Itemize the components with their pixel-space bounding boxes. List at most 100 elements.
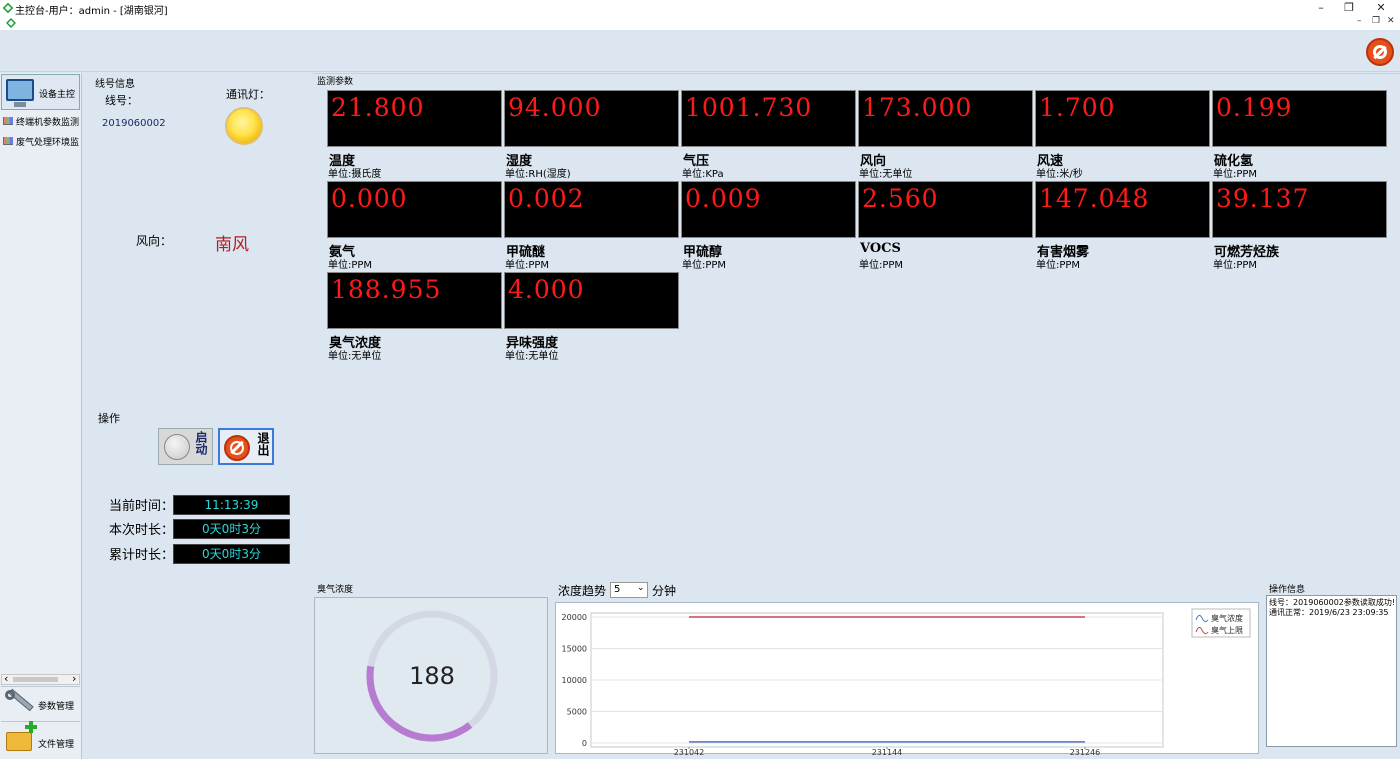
mdi-minimize-button[interactable]: –: [1357, 16, 1362, 26]
param-value: 0.199: [1216, 93, 1293, 122]
mdi-icon: [6, 18, 16, 28]
param-unit: 单位:PPM: [505, 260, 550, 271]
param-value-box: 21.800: [327, 90, 502, 147]
op-info-title: 操作信息: [1269, 585, 1306, 595]
monitor-title: 监测参数: [317, 77, 354, 87]
restore-button[interactable]: ❐: [1334, 0, 1364, 16]
trend-unit: 分钟: [652, 584, 677, 598]
y-tick-label: 20000: [562, 613, 587, 622]
param-value: 1.700: [1039, 93, 1116, 122]
gauge-panel: 臭气浓度 188: [313, 580, 549, 756]
scroll-right-button[interactable]: ›: [72, 672, 76, 685]
param-unit: 单位:PPM: [1036, 260, 1081, 271]
x-tick-label: 231144: [872, 748, 903, 755]
param-value-box: 1001.730: [681, 90, 856, 147]
legend-label: 臭气浓度: [1211, 613, 1243, 623]
chevron-down-icon: ⌄: [637, 583, 645, 593]
sidebar-item-label: 废气处理环境监: [16, 138, 80, 148]
x-tick-label: 231246: [1070, 748, 1101, 755]
session-time-value: 0天0时3分: [173, 519, 290, 539]
op-info-panel: 操作信息 线号：2019060002参数读取成功! 通讯正常：2019/6/23…: [1265, 580, 1398, 756]
param-value-box: 0.009: [681, 181, 856, 238]
trend-interval-select[interactable]: 5 ⌄: [610, 582, 648, 598]
sidebar-scrollbar[interactable]: ‹ ›: [1, 672, 80, 685]
start-button[interactable]: 启动: [158, 428, 213, 465]
title-bar: 主控台-用户：admin - [湖南银河] – ❐ ✕: [0, 0, 1400, 17]
wind-value: 南风: [215, 235, 249, 255]
param-value: 147.048: [1039, 184, 1150, 213]
mdi-close-button[interactable]: ✕: [1387, 16, 1395, 26]
toolbar: [0, 30, 1400, 72]
param-value-box: 1.700: [1035, 90, 1210, 147]
sidebar-item-label: 设备主控: [39, 90, 76, 100]
menu-bar: – ❐ ✕: [0, 16, 1400, 30]
close-button[interactable]: ✕: [1366, 0, 1396, 16]
param-unit: 单位:无单位: [328, 351, 382, 362]
x-tick-label: 231042: [674, 748, 705, 755]
param-value-box: 0.199: [1212, 90, 1387, 147]
op-info-line: 通讯正常：2019/6/23 23:09:35: [1269, 608, 1389, 617]
sidebar: 设备主控 终端机参数监测 废气处理环境监 ‹ › 参数管理 文件管理: [0, 73, 82, 759]
y-tick-label: 15000: [562, 645, 587, 654]
wind-label: 风向：: [136, 234, 173, 248]
param-value-box: 147.048: [1035, 181, 1210, 238]
sidebar-item-exhaust-monitor[interactable]: 废气处理环境监: [2, 135, 80, 149]
param-value-box: 173.000: [858, 90, 1033, 147]
sidebar-item-device-control[interactable]: 设备主控: [1, 74, 80, 110]
comm-label: 通讯灯：: [226, 88, 270, 101]
sidebar-item-param-management[interactable]: 参数管理: [1, 686, 80, 719]
param-value: 4.000: [508, 275, 585, 304]
operation-title: 操作: [98, 412, 120, 425]
chart-icon: [3, 137, 13, 145]
app-icon: [2, 2, 14, 14]
param-unit: 单位:RH(湿度): [505, 169, 571, 180]
gauge-title: 臭气浓度: [317, 585, 354, 595]
exit-button[interactable]: 退出: [218, 428, 274, 465]
sidebar-item-label: 终端机参数监测: [16, 118, 80, 128]
param-value: 2.560: [862, 184, 939, 213]
mdi-restore-button[interactable]: ❐: [1372, 16, 1380, 26]
param-value: 0.000: [331, 184, 408, 213]
stop-icon[interactable]: [1366, 38, 1394, 66]
session-time-label: 本次时长：: [109, 523, 175, 538]
start-icon: [164, 434, 190, 460]
param-unit: 单位:无单位: [859, 169, 913, 180]
sidebar-item-terminal-monitor[interactable]: 终端机参数监测: [2, 115, 80, 129]
param-value: 39.137: [1216, 184, 1310, 213]
param-unit: 单位:无单位: [505, 351, 559, 362]
current-time-value: 11:13:39: [173, 495, 290, 515]
line-label: 线号：: [105, 94, 138, 107]
monitor-icon: [6, 79, 34, 101]
trend-title: 浓度趋势: [558, 584, 607, 598]
gauge-value: 188: [409, 662, 455, 690]
param-name: VOCS: [860, 241, 901, 256]
chart-icon: [3, 117, 13, 125]
exit-label: 退出: [256, 432, 270, 456]
line-info-panel: 线号信息 线号： 2019060002 通讯灯： 风向： 南风 操作 启动 退出…: [85, 73, 310, 578]
minimize-button[interactable]: –: [1306, 0, 1336, 16]
folder-add-icon: [6, 732, 32, 751]
y-tick-label: 0: [582, 739, 587, 748]
param-value-box: 188.955: [327, 272, 502, 329]
time-group: 当前时间： 11:13:39 本次时长： 0天0时3分 累计时长： 0天0时3分: [100, 485, 305, 570]
param-value: 1001.730: [685, 93, 813, 122]
sidebar-item-file-management[interactable]: 文件管理: [1, 721, 80, 757]
comm-light-icon: [225, 107, 263, 145]
current-time-label: 当前时间：: [109, 499, 175, 514]
scroll-left-button[interactable]: ‹: [4, 672, 8, 685]
param-unit: 单位:KPa: [682, 169, 724, 180]
param-unit: 单位:PPM: [328, 260, 373, 271]
param-value-box: 4.000: [504, 272, 679, 329]
param-value-box: 2.560: [858, 181, 1033, 238]
param-value: 0.002: [508, 184, 585, 213]
start-label: 启动: [194, 431, 208, 455]
sidebar-item-label: 参数管理: [38, 702, 75, 712]
y-tick-label: 10000: [562, 676, 587, 685]
line-value: 2019060002: [102, 118, 166, 129]
monitor-panel: 监测参数 21.800 温度 单位:摄氏度 94.000 湿度 单位:RH(湿度) 1001…: [313, 73, 1400, 578]
param-value: 94.000: [508, 93, 602, 122]
sidebar-item-label: 文件管理: [38, 740, 75, 750]
param-unit: 单位:米/秒: [1036, 169, 1083, 180]
line-info-title: 线号信息: [95, 79, 135, 90]
total-time-label: 累计时长：: [109, 548, 175, 563]
